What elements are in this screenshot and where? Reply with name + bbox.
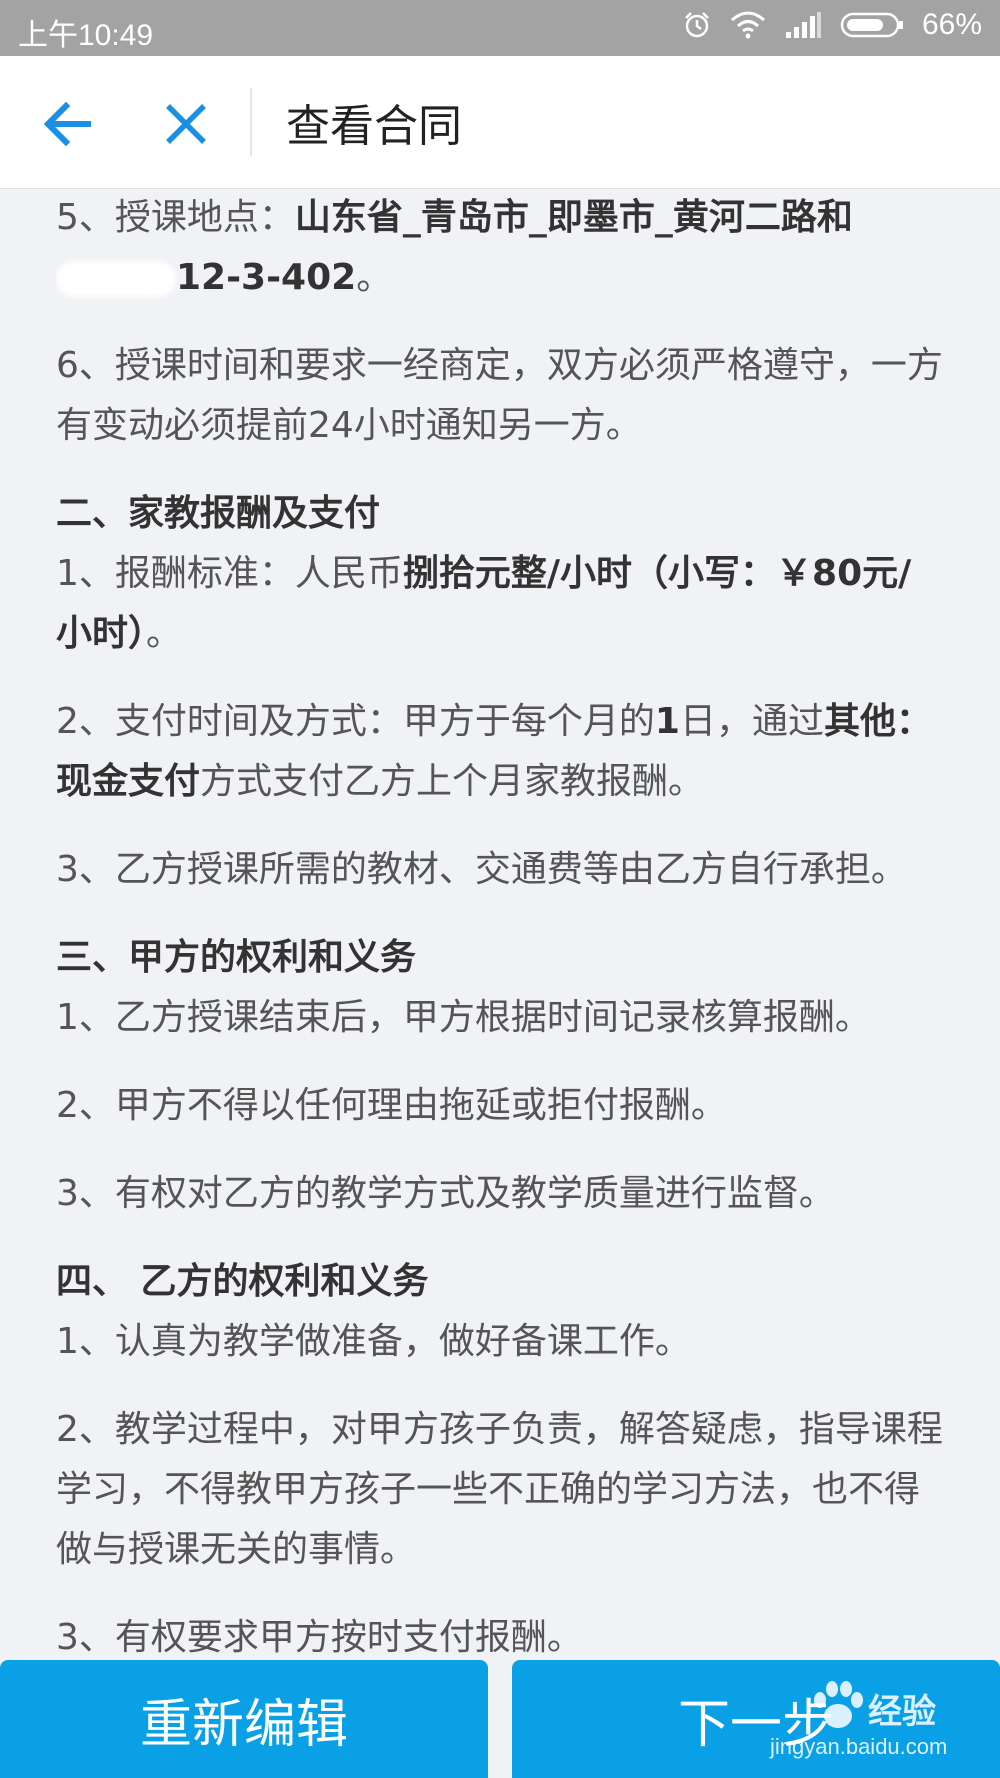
contract-item-payment-method: 2、支付时间及方式：甲方于每个月的1日，通过其他：现金支付方式支付乙方上个月家教… (56, 701, 932, 802)
redacted-area (56, 261, 176, 297)
wifi-icon (730, 10, 766, 40)
contract-item-expenses: 3、乙方授课所需的教材、交通费等由乙方自行承担。 (56, 849, 907, 890)
contract-item-location: 5、授课地点：山东省_青岛市_即墨市_黄河二路和 12-3-402。 (56, 197, 853, 298)
battery-percent: 66% (921, 8, 982, 41)
nav-bar: 查看合同 (0, 56, 1000, 189)
contract-item-b2: 2、教学过程中，对甲方孩子负责，解答疑虑，指导课程学习，不得教甲方孩子一些不正确… (56, 1409, 943, 1570)
section-heading-party-a: 三、甲方的权利和义务 (56, 937, 417, 978)
close-icon[interactable] (158, 96, 214, 152)
status-time: 上午10:49 (18, 19, 154, 52)
alarm-icon (682, 10, 712, 40)
contract-item-a3: 3、有权对乙方的教学方式及教学质量进行监督。 (56, 1173, 835, 1214)
contract-item-a2: 2、甲方不得以任何理由拖延或拒付报酬。 (56, 1085, 727, 1126)
section-heading-party-b: 四、 乙方的权利和义务 (56, 1261, 429, 1302)
contract-item-b3: 3、有权要求甲方按时支付报酬。 (56, 1617, 583, 1658)
signal-icon (784, 10, 822, 40)
contract-content: 5、授课地点：山东省_青岛市_即墨市_黄河二路和 12-3-402。 6、授课时… (56, 188, 946, 1658)
status-icons: 66% (682, 8, 982, 42)
contract-item-schedule: 6、授课时间和要求一经商定，双方必须严格遵守，一方有变动必须提前24小时通知另一… (56, 345, 943, 446)
contract-item-rate: 1、报酬标准：人民币捌拾元整/小时（小写：￥80元/小时）。 (56, 553, 912, 654)
baidu-watermark: 经验 jingyan.baidu.com (770, 1672, 990, 1772)
arrow-left-icon[interactable] (40, 96, 96, 152)
page-title: 查看合同 (286, 101, 462, 152)
contract-item-b1: 1、认真为教学做准备，做好备课工作。 (56, 1321, 691, 1362)
watermark-url: jingyan.baidu.com (770, 1734, 948, 1759)
nav-divider (250, 88, 252, 156)
paw-icon (810, 1680, 866, 1736)
watermark-brand: 经验 (868, 1692, 936, 1732)
contract-item-a1: 1、乙方授课结束后，甲方根据时间记录核算报酬。 (56, 997, 871, 1038)
section-heading-payment: 二、家教报酬及支付 (56, 493, 381, 534)
button-gap (488, 1660, 512, 1778)
battery-icon (840, 10, 904, 40)
reedit-button[interactable]: 重新编辑 (0, 1660, 488, 1778)
status-bar: 上午10:49 66% (0, 0, 1000, 56)
